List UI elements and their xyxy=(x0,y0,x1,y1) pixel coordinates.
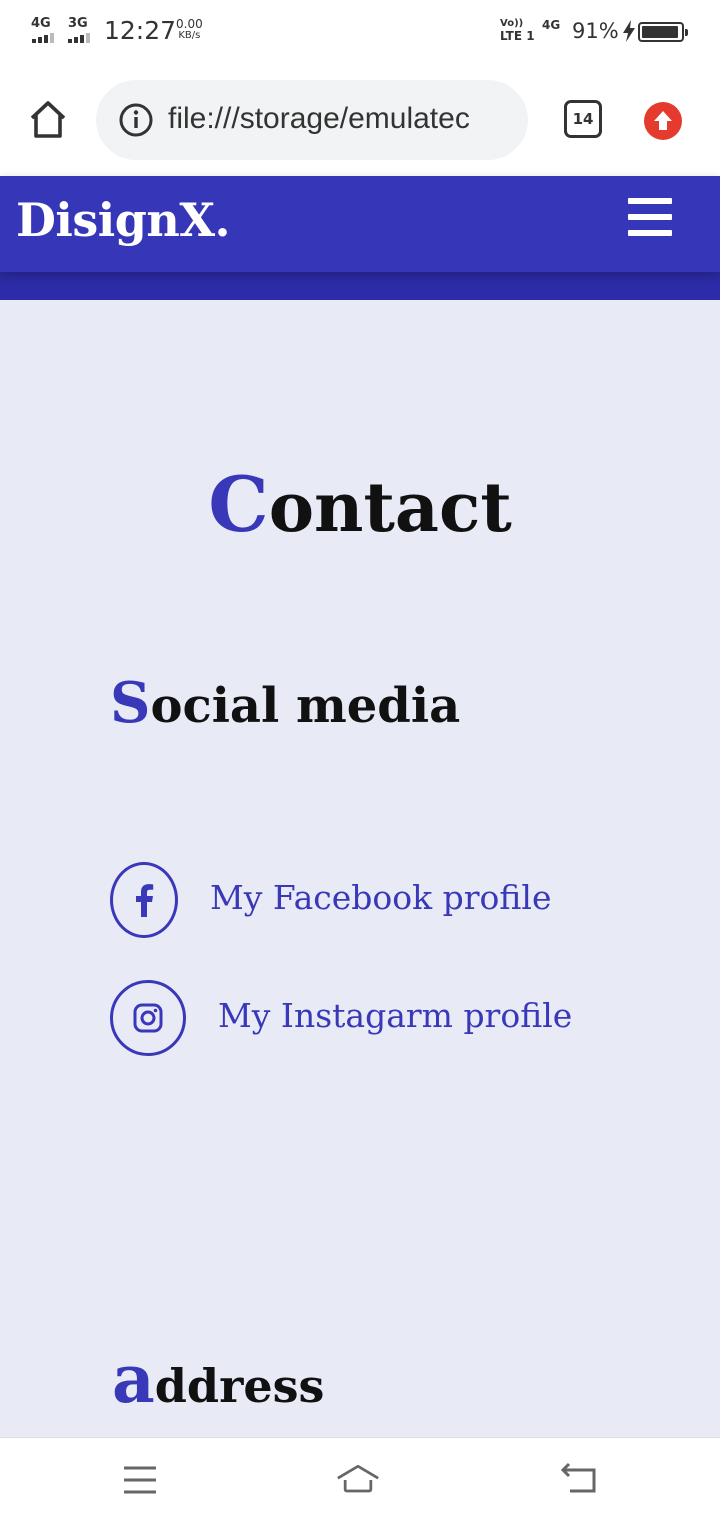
volte-indicator: Vo)) LTE 1 xyxy=(500,17,535,43)
address-initial: a xyxy=(112,1340,155,1418)
url-text[interactable]: file:///storage/emulatec xyxy=(168,102,514,136)
speed-unit: KB/s xyxy=(178,30,201,41)
facebook-link[interactable]: My Facebook profile xyxy=(110,862,551,940)
clock: 12:27 xyxy=(104,16,177,45)
speed-value: 0.00 xyxy=(176,17,203,31)
menu-icon[interactable] xyxy=(118,1460,162,1500)
social-rest: ocial media xyxy=(150,678,461,734)
battery-percent: 91% xyxy=(572,19,619,43)
network-type-2: 3G xyxy=(68,16,88,31)
network-type-1: 4G xyxy=(31,16,51,31)
facebook-link-text[interactable]: My Facebook profile xyxy=(210,878,551,917)
page-title: Contact xyxy=(0,460,720,549)
system-nav-bar xyxy=(0,1437,720,1520)
instagram-icon[interactable] xyxy=(110,980,186,1056)
hamburger-icon[interactable] xyxy=(628,198,674,240)
charging-icon xyxy=(623,20,635,42)
site-logo[interactable]: DisignX. xyxy=(16,193,231,247)
status-bar: 4G 3G 12:27 0.00 KB/s Vo)) LTE 1 4G 91% xyxy=(0,0,720,66)
tab-count: 14 xyxy=(572,110,594,128)
home-icon[interactable] xyxy=(336,1460,380,1500)
home-icon[interactable] xyxy=(24,96,72,144)
header-shadow-strip xyxy=(0,272,720,300)
address-rest: ddress xyxy=(154,1359,325,1413)
instagram-link-text[interactable]: My Instagarm profile xyxy=(218,996,572,1035)
social-initial: S xyxy=(110,670,151,736)
title-rest: ontact xyxy=(268,468,512,548)
network-speed: 0.00 KB/s xyxy=(176,18,203,42)
back-icon[interactable] xyxy=(556,1460,600,1500)
info-icon[interactable] xyxy=(118,102,154,138)
address-bar[interactable]: file:///storage/emulatec xyxy=(96,80,528,160)
facebook-glyph xyxy=(136,884,154,917)
instagram-link[interactable]: My Instagarm profile xyxy=(110,980,572,1058)
update-icon[interactable] xyxy=(644,102,682,140)
volte-line-2: LTE 1 xyxy=(500,29,535,43)
tabs-button[interactable]: 14 xyxy=(564,100,602,138)
title-initial: C xyxy=(208,460,269,549)
battery-icon xyxy=(638,22,688,42)
browser-toolbar: file:///storage/emulatec 14 xyxy=(0,66,720,176)
site-header: DisignX. xyxy=(0,176,720,272)
address-heading: address xyxy=(112,1340,324,1418)
arrow-up-icon xyxy=(654,111,672,130)
instagram-glyph xyxy=(133,1003,163,1033)
social-media-heading: Social media xyxy=(110,670,460,736)
facebook-icon[interactable] xyxy=(110,862,178,938)
contact-section: Contact Social media My Facebook profile… xyxy=(0,300,720,1437)
network-type-3: 4G xyxy=(542,18,561,32)
